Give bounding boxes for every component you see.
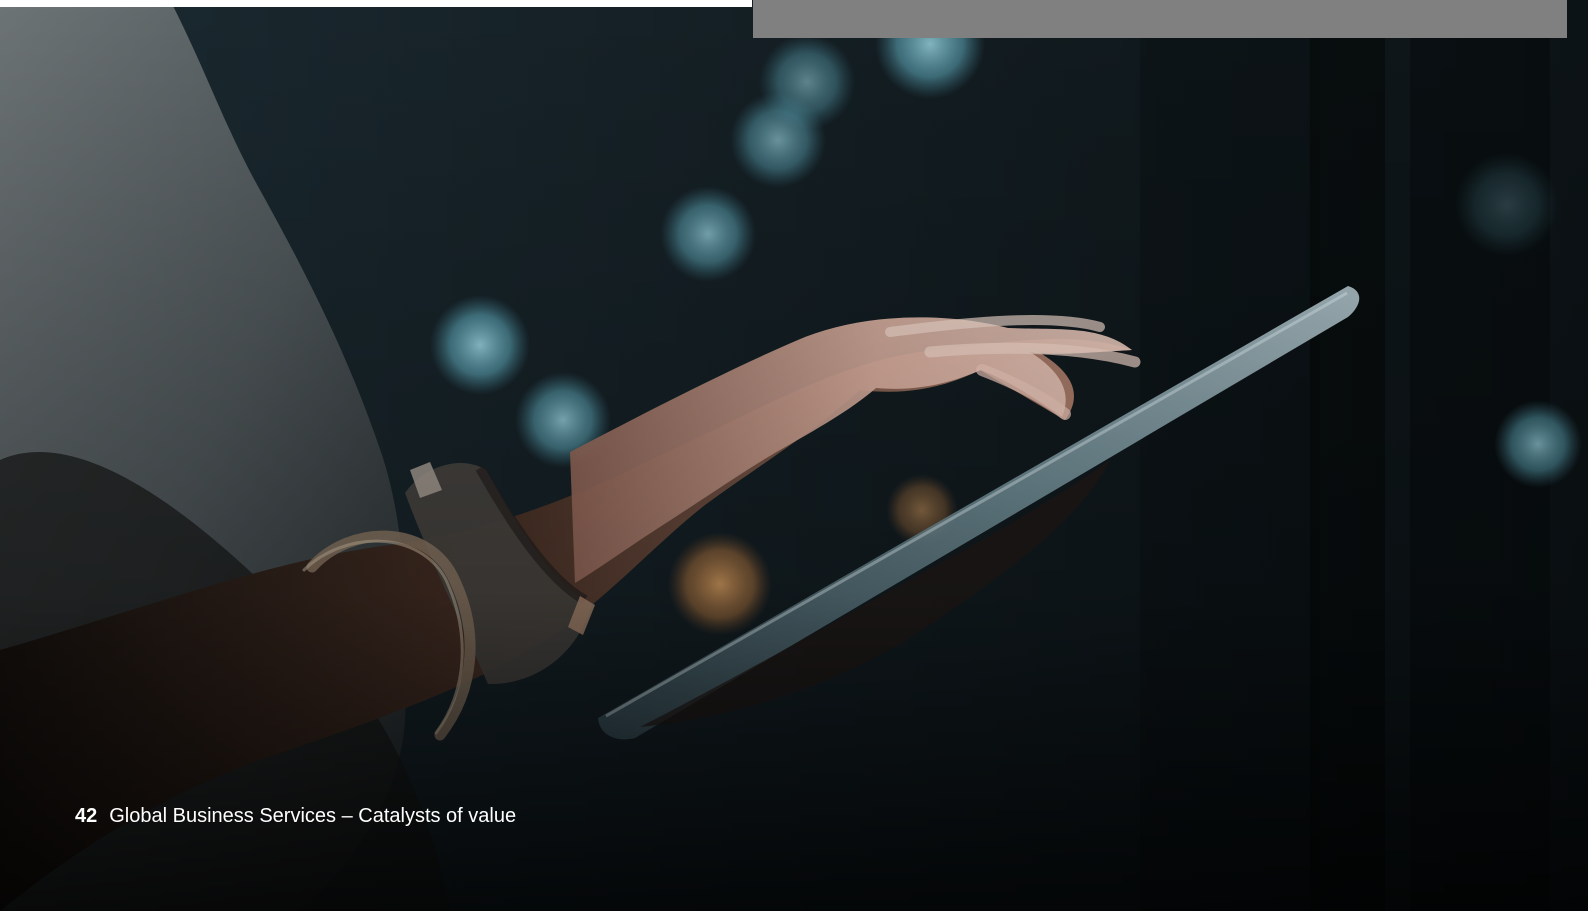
page-footer: 42 Global Business Services – Catalysts … (75, 806, 516, 826)
document-page: 42 Global Business Services – Catalysts … (0, 0, 1588, 911)
page-number: 42 (75, 805, 98, 827)
top-gray-bar (753, 0, 1567, 38)
hand-tablet-bokeh-photo (0, 0, 1588, 911)
top-white-bar (0, 0, 752, 7)
footer-title: Global Business Services – Catalysts of … (109, 805, 517, 827)
